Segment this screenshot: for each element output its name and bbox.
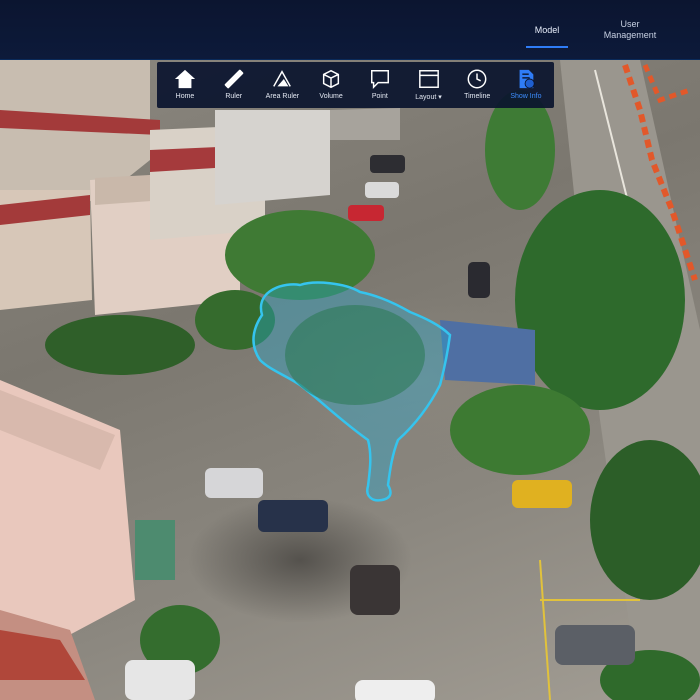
car <box>348 205 384 221</box>
tree <box>515 190 685 410</box>
shed <box>440 320 535 385</box>
home-tool-button[interactable]: Home <box>163 62 207 108</box>
car <box>205 468 263 498</box>
area-ruler-tool-label: Area Ruler <box>265 93 300 100</box>
car <box>370 155 405 173</box>
car <box>468 262 490 298</box>
building <box>330 108 400 140</box>
layout-icon <box>418 70 439 88</box>
volume-tool-label: Volume <box>319 93 343 100</box>
area-ruler-icon <box>273 70 292 87</box>
active-tab-indicator <box>526 46 568 48</box>
top-navigation-bar: Model User Management <box>0 0 700 60</box>
model-toolbar: Home Ruler Area Ruler Volume Point Layou… <box>157 62 554 108</box>
home-tool-label: Home <box>175 93 195 100</box>
car <box>355 680 435 700</box>
ruler-tool-button[interactable]: Ruler <box>212 62 256 108</box>
tab-user-management-label: User Management <box>603 19 657 40</box>
tree <box>45 315 195 375</box>
show-info-tool-button[interactable]: Show Info <box>504 62 548 108</box>
traffic-barrier <box>642 64 691 104</box>
car <box>365 182 399 198</box>
car <box>125 660 195 700</box>
car <box>350 565 400 615</box>
tab-user-management[interactable]: User Management <box>600 0 660 60</box>
show-info-tool-label: Show Info <box>510 93 542 100</box>
layout-tool-button[interactable]: Layout ▾ <box>407 62 451 108</box>
point-tool-label: Point <box>371 93 388 100</box>
volume-tool-button[interactable]: Volume <box>309 62 353 108</box>
info-document-icon <box>519 69 535 89</box>
parking-line <box>539 559 551 700</box>
timeline-tool-button[interactable]: Timeline <box>455 62 499 108</box>
clock-icon <box>467 69 487 89</box>
car <box>258 500 328 532</box>
ruler-icon <box>224 69 244 89</box>
layout-tool-label: Layout ▾ <box>415 94 442 101</box>
cube-icon <box>323 69 340 89</box>
building-annex <box>135 520 175 580</box>
building <box>215 110 330 205</box>
tab-model[interactable]: Model <box>526 0 568 60</box>
timeline-tool-label: Timeline <box>464 93 491 100</box>
point-comment-icon <box>370 70 389 90</box>
ruler-tool-label: Ruler <box>225 93 243 100</box>
car <box>555 625 635 665</box>
tree <box>485 90 555 210</box>
tab-model-label: Model <box>534 24 560 35</box>
car <box>512 480 572 508</box>
point-tool-button[interactable]: Point <box>358 62 402 108</box>
area-ruler-tool-button[interactable]: Area Ruler <box>260 62 304 108</box>
home-icon <box>174 69 196 89</box>
tree <box>450 385 590 475</box>
selected-tree-canopy <box>285 305 425 405</box>
